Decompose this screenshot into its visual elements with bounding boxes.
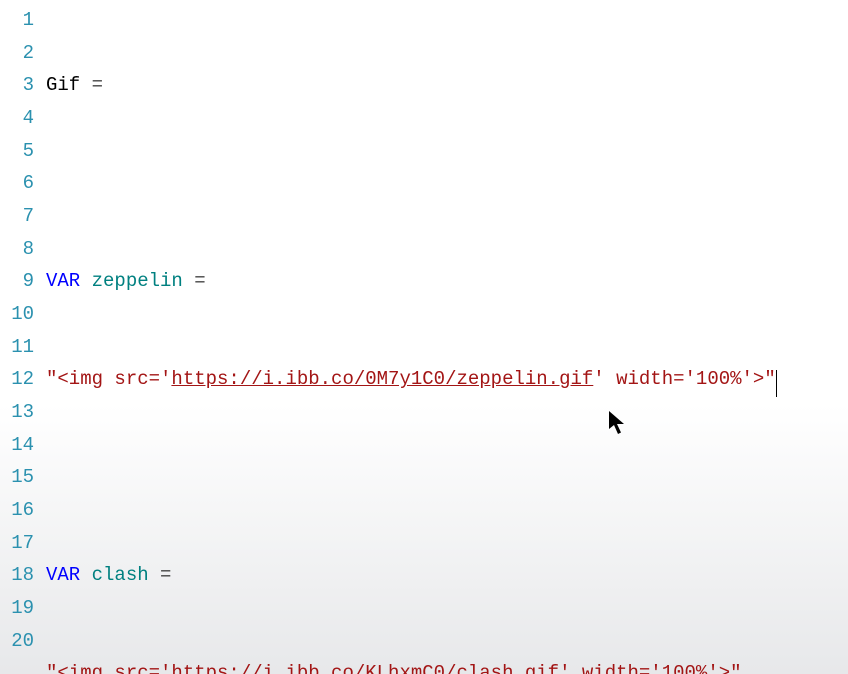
line-number: 15 [0, 461, 34, 494]
line-number: 10 [0, 298, 34, 331]
line-number: 17 [0, 527, 34, 560]
line-number: 3 [0, 69, 34, 102]
line-number: 11 [0, 331, 34, 364]
identifier: clash [92, 564, 160, 586]
keyword-var: VAR [46, 270, 92, 292]
line-number: 6 [0, 167, 34, 200]
code-line[interactable] [46, 167, 848, 200]
operator-equals: = [160, 564, 171, 586]
line-number: 1 [0, 4, 34, 37]
operator-equals: = [92, 74, 103, 96]
line-number: 19 [0, 592, 34, 625]
string-url: https://i.ibb.co/KLhxmC0/clash.gif [171, 662, 559, 674]
string-literal: "<img src=' [46, 368, 171, 390]
keyword-var: VAR [46, 564, 92, 586]
identifier: zeppelin [92, 270, 195, 292]
line-number: 5 [0, 135, 34, 168]
line-number: 8 [0, 233, 34, 266]
line-number: 20 [0, 625, 34, 658]
code-area[interactable]: Gif = VAR zeppelin = "<img src='https://… [40, 0, 848, 674]
line-number: 4 [0, 102, 34, 135]
code-editor[interactable]: 1 2 3 4 5 6 7 8 9 10 11 12 13 14 15 16 1… [0, 0, 848, 674]
line-number: 9 [0, 265, 34, 298]
line-number: 12 [0, 363, 34, 396]
text-caret [776, 370, 777, 397]
line-number: 14 [0, 429, 34, 462]
code-line[interactable]: "<img src='https://i.ibb.co/KLhxmC0/clas… [46, 657, 848, 674]
string-literal: ' width='100%'>" [559, 662, 741, 674]
code-line[interactable]: VAR clash = [46, 559, 848, 592]
line-number: 13 [0, 396, 34, 429]
code-line[interactable]: Gif = [46, 69, 848, 102]
line-number: 7 [0, 200, 34, 233]
line-number: 2 [0, 37, 34, 70]
measure-name: Gif [46, 74, 92, 96]
line-number: 18 [0, 559, 34, 592]
code-line[interactable]: VAR zeppelin = [46, 265, 848, 298]
operator-equals: = [194, 270, 205, 292]
code-line[interactable] [46, 461, 848, 494]
line-number-gutter: 1 2 3 4 5 6 7 8 9 10 11 12 13 14 15 16 1… [0, 0, 40, 674]
string-literal: ' width='100%'>" [593, 368, 775, 390]
line-number: 16 [0, 494, 34, 527]
string-literal: "<img src=' [46, 662, 171, 674]
string-url: https://i.ibb.co/0M7y1C0/zeppelin.gif [171, 368, 593, 390]
code-line[interactable]: "<img src='https://i.ibb.co/0M7y1C0/zepp… [46, 363, 848, 396]
